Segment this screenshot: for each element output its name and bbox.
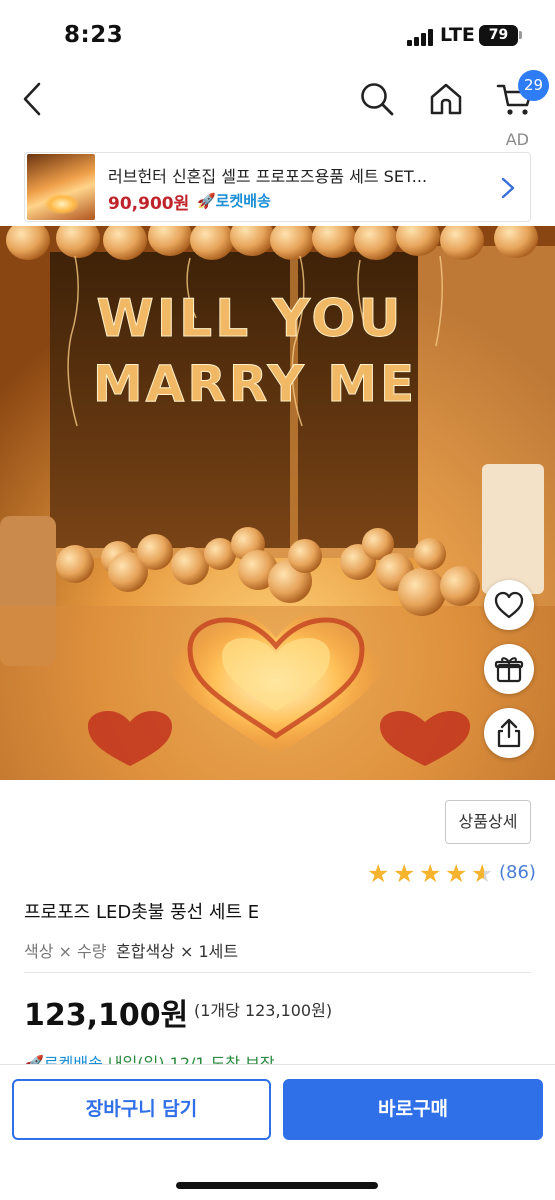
signal-icon [407, 28, 435, 46]
image-text-line1: WILL YOU [96, 289, 403, 349]
gift-button[interactable] [484, 644, 534, 694]
image-text-line2: MARRY ME [93, 355, 417, 413]
divider [24, 972, 531, 973]
back-button[interactable] [10, 76, 56, 122]
product-image[interactable]: WILL YOU MARRY ME [0, 226, 555, 780]
search-button[interactable] [354, 76, 400, 122]
cart-count-badge: 29 [518, 70, 549, 101]
ad-thumbnail [27, 154, 95, 220]
star-icon: ★ [445, 859, 468, 888]
home-button[interactable] [423, 76, 469, 122]
buy-now-button[interactable]: 바로구매 [283, 1079, 543, 1140]
battery-icon: 79 [479, 25, 518, 46]
product-detail-button[interactable]: 상품상세 [445, 800, 531, 844]
ad-rocket-badge: 🚀로켓배송 [197, 192, 271, 210]
star-icon: ★ [419, 859, 442, 888]
ad-title: 러브헌터 신혼집 셀프 프로포즈용품 세트 SET... [108, 167, 428, 186]
search-icon [361, 83, 394, 116]
bottom-action-bar: 장바구니 담기 바로구매 [0, 1064, 555, 1200]
battery-tip [519, 31, 522, 39]
home-indicator [176, 1182, 378, 1189]
share-button[interactable] [484, 708, 534, 758]
star-icon: ★ [393, 859, 416, 888]
network-label: LTE [440, 24, 475, 46]
chevron-right-icon [501, 177, 515, 199]
heart-icon [494, 591, 524, 619]
wishlist-button[interactable] [484, 580, 534, 630]
half-star-icon: ★ [471, 861, 497, 887]
add-to-cart-button[interactable]: 장바구니 담기 [12, 1079, 271, 1140]
status-bar: 8:23 LTE 79 [0, 0, 555, 70]
option-label: 색상 × 수량 [24, 942, 107, 961]
product-photo: WILL YOU MARRY ME [0, 226, 555, 780]
ad-price: 90,900원 [108, 194, 190, 214]
option-value[interactable]: 혼합색상 × 1세트 [116, 938, 238, 962]
ad-label: AD [505, 130, 529, 149]
share-icon [497, 718, 521, 748]
back-chevron-icon [23, 82, 41, 116]
review-count-link[interactable]: (86) [499, 862, 536, 883]
product-price: 123,100원 [24, 998, 189, 1033]
ad-banner[interactable]: 러브헌터 신혼집 셀프 프로포즈용품 세트 SET... 90,900원 🚀로켓… [24, 152, 531, 222]
star-icon: ★ [367, 859, 390, 888]
gift-icon [494, 657, 524, 683]
status-time: 8:23 [64, 22, 124, 48]
rating-stars[interactable]: ★ ★ ★ ★ ★ [367, 861, 497, 887]
home-icon [430, 83, 462, 115]
product-name: 프로포즈 LED촛불 풍선 세트 E [24, 902, 260, 923]
unit-price: (1개당 123,100원) [194, 1001, 333, 1020]
nav-bar [0, 70, 555, 128]
